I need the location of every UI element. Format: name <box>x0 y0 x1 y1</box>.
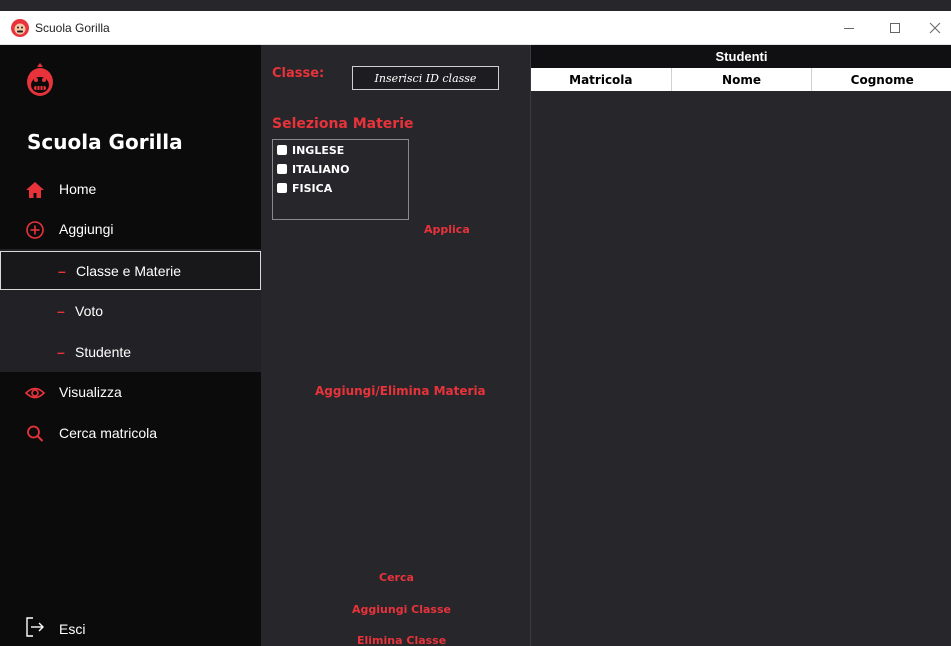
checkbox[interactable] <box>277 183 287 193</box>
dash-icon: – <box>57 303 65 319</box>
search-button[interactable]: Cerca <box>379 571 414 584</box>
title-bar: Scuola Gorilla <box>0 11 951 45</box>
checkbox[interactable] <box>277 145 287 155</box>
sidebar-item-label: Visualizza <box>59 384 122 400</box>
subject-label: FISICA <box>292 181 333 195</box>
close-button[interactable] <box>918 13 951 43</box>
brand-name: Scuola Gorilla <box>27 130 183 154</box>
logout-icon <box>26 617 44 637</box>
minimize-button[interactable] <box>826 13 872 43</box>
sidebar-item-esci[interactable]: Esci <box>0 608 261 646</box>
remove-class-button[interactable]: Elimina Classe <box>357 634 446 646</box>
column-header-nome[interactable]: Nome <box>672 68 813 91</box>
sidebar-item-aggiungi[interactable]: Aggiungi <box>0 209 261 249</box>
window-title: Scuola Gorilla <box>35 21 110 35</box>
students-panel: Studenti Matricola Nome Cognome <box>530 45 951 646</box>
eye-icon <box>24 387 46 399</box>
close-icon <box>929 22 940 34</box>
subject-checkbox-italiano[interactable]: ITALIANO <box>277 161 349 177</box>
dash-icon: – <box>57 344 65 360</box>
home-icon <box>26 182 44 198</box>
sidebar-subitem-label: Studente <box>75 344 132 360</box>
sidebar: Scuola Gorilla Home Aggiungi – Classe e … <box>0 45 261 646</box>
maximize-icon <box>890 23 900 33</box>
students-table-header: Matricola Nome Cognome <box>531 68 951 91</box>
subject-checkbox-fisica[interactable]: FISICA <box>277 180 332 196</box>
sidebar-item-label: Home <box>59 181 97 197</box>
minimize-icon <box>844 28 854 29</box>
sidebar-subitem-studente[interactable]: – Studente <box>0 333 261 372</box>
gorilla-app-icon <box>11 19 29 37</box>
sidebar-subitem-label: Voto <box>75 303 104 319</box>
apply-button[interactable]: Applica <box>424 223 470 236</box>
sidebar-item-label: Aggiungi <box>59 221 114 237</box>
sidebar-item-cerca-matricola[interactable]: Cerca matricola <box>0 413 261 453</box>
subject-checkbox-inglese[interactable]: INGLESE <box>277 142 344 158</box>
sidebar-subitem-label: Classe e Materie <box>76 263 182 279</box>
dash-icon: – <box>58 263 66 279</box>
add-class-button[interactable]: Aggiungi Classe <box>352 603 451 616</box>
subjects-title: Seleziona Materie <box>272 116 414 132</box>
plus-circle-icon <box>26 221 44 239</box>
sidebar-item-label: Cerca matricola <box>59 425 158 441</box>
column-header-matricola[interactable]: Matricola <box>531 68 672 91</box>
column-header-cognome[interactable]: Cognome <box>812 68 951 91</box>
sidebar-item-visualizza[interactable]: Visualizza <box>0 372 261 412</box>
gorilla-logo-icon <box>27 63 53 96</box>
add-remove-subject-button[interactable]: Aggiungi/Elimina Materia <box>315 384 486 398</box>
sidebar-subitem-classe-materie[interactable]: – Classe e Materie <box>0 251 261 290</box>
maximize-button[interactable] <box>872 13 918 43</box>
sidebar-item-home[interactable]: Home <box>0 169 261 209</box>
subject-label: INGLESE <box>292 143 345 157</box>
students-table-title: Studenti <box>531 45 951 68</box>
class-id-input[interactable] <box>352 66 499 90</box>
subject-label: ITALIANO <box>292 162 350 176</box>
checkbox[interactable] <box>277 164 287 174</box>
sidebar-item-label: Esci <box>59 621 86 637</box>
aggiungi-submenu: – Classe e Materie – Voto – Studente <box>0 249 261 372</box>
sidebar-subitem-voto[interactable]: – Voto <box>0 292 261 331</box>
subjects-checklist: INGLESE ITALIANO FISICA <box>272 139 409 220</box>
class-label: Classe: <box>272 66 325 81</box>
search-icon <box>27 425 44 442</box>
